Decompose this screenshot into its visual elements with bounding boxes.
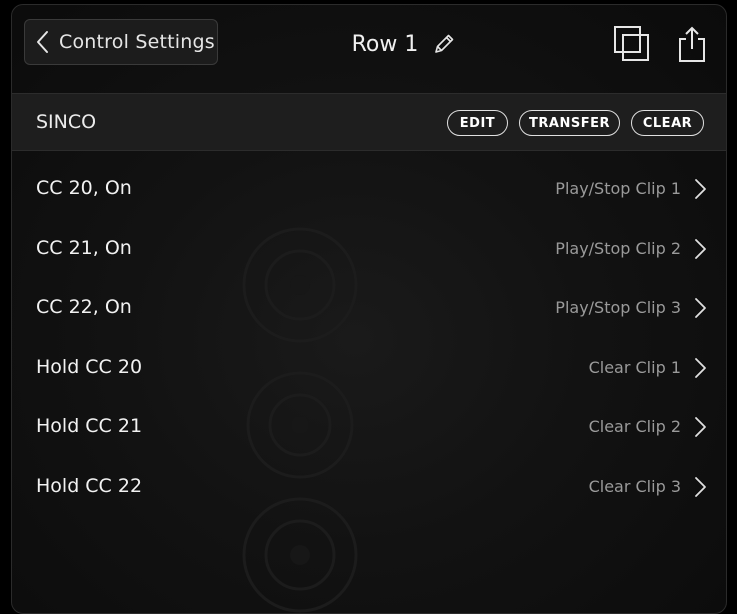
header-bar: Control Settings Row 1 — [12, 5, 726, 93]
mapping-action-label: Play/Stop Clip 2 — [555, 238, 681, 258]
back-button-label: Control Settings — [59, 31, 215, 53]
controller-section-bar: SINCO EDIT TRANSFER CLEAR — [12, 93, 726, 151]
chevron-right-icon — [695, 417, 706, 438]
mapping-action-label: Play/Stop Clip 3 — [555, 298, 681, 318]
transfer-button[interactable]: TRANSFER — [519, 110, 620, 136]
share-icon[interactable] — [678, 25, 706, 63]
mapping-row[interactable]: Hold CC 20 Clear Clip 1 — [12, 338, 726, 398]
chevron-left-icon — [37, 31, 48, 53]
duplicate-icon[interactable] — [613, 25, 651, 63]
mapping-row[interactable]: Hold CC 22 Clear Clip 3 — [12, 457, 726, 517]
mapping-row[interactable]: CC 20, On Play/Stop Clip 1 — [12, 159, 726, 219]
mapping-control-label: Hold CC 21 — [36, 415, 143, 438]
mapping-control-label: Hold CC 20 — [36, 355, 143, 378]
mapping-control-label: CC 20, On — [36, 177, 132, 199]
mapping-row[interactable]: Hold CC 21 Clear Clip 2 — [12, 397, 726, 457]
mapping-control-label: CC 22, On — [36, 296, 132, 319]
chevron-right-icon — [695, 179, 706, 199]
mapping-action-label: Clear Clip 1 — [588, 357, 681, 377]
mapping-control-label: Hold CC 22 — [36, 474, 143, 497]
control-settings-panel: Control Settings Row 1 SINCO EDIT TRANSF… — [11, 4, 727, 614]
mapping-row[interactable]: CC 22, On Play/Stop Clip 3 — [12, 278, 726, 338]
mapping-row[interactable]: CC 21, On Play/Stop Clip 2 — [12, 219, 726, 279]
back-button[interactable]: Control Settings — [24, 19, 218, 65]
clear-button[interactable]: CLEAR — [631, 110, 704, 136]
mapping-action-label: Play/Stop Clip 1 — [555, 179, 681, 198]
chevron-right-icon — [695, 238, 706, 259]
page-title: Row 1 — [351, 31, 419, 57]
chevron-right-icon — [695, 477, 706, 497]
chevron-right-icon — [695, 298, 706, 319]
mapping-control-label: CC 21, On — [36, 236, 132, 259]
mapping-list: CC 20, On Play/Stop Clip 1 CC 21, On Pla… — [12, 159, 726, 517]
chevron-right-icon — [695, 357, 706, 378]
mapping-action-label: Clear Clip 2 — [588, 417, 681, 437]
controller-name: SINCO — [36, 111, 97, 133]
title-group: Row 1 — [352, 32, 457, 57]
pencil-icon[interactable] — [432, 32, 456, 56]
edit-button[interactable]: EDIT — [447, 110, 508, 136]
mapping-action-label: Clear Clip 3 — [588, 476, 681, 496]
